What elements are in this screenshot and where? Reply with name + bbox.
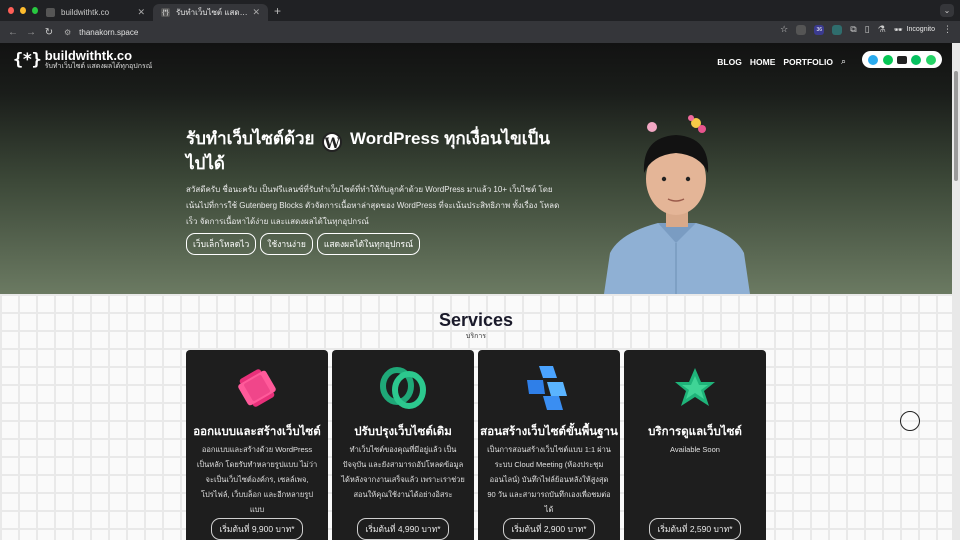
extensions-puzzle-icon[interactable]: ⧉ (850, 24, 856, 35)
nav-portfolio[interactable]: PORTFOLIO (783, 57, 833, 67)
bookmark-star-icon[interactable]: ☆ (780, 24, 788, 35)
tab-close-icon[interactable]: ✕ (137, 7, 145, 18)
reload-icon[interactable]: ↻ (40, 27, 58, 38)
hero-title-part1: รับทำเว็บไซต์ด้วย (186, 129, 315, 148)
incognito-indicator[interactable]: 🕶 Incognito (894, 26, 935, 34)
service-card-price[interactable]: เริ่มต้นที่ 2,900 บาท* (503, 518, 595, 540)
hero-text: รับทำเว็บไซต์ด้วย W WordPress ทุกเงื่อนไ… (186, 127, 566, 255)
wechat-icon[interactable] (911, 54, 922, 65)
flower-crown-icon (647, 115, 706, 133)
pill-fast-loading: เว็บเล็กโหลดไว (186, 233, 257, 255)
tab-search-chevron-icon[interactable]: ⌄ (940, 4, 954, 17)
hero-section: {*} buildwithtk.co รับทำเว็บไซต์ แสดงผลไ… (0, 43, 952, 294)
flask-icon[interactable]: ⚗ (878, 24, 886, 35)
tab-title: buildwithtk.co (61, 8, 110, 17)
window-controls[interactable] (8, 7, 38, 14)
service-card-title: ออกแบบและสร้างเว็บไซต์ (193, 426, 321, 438)
logo-braces-icon: {*} (13, 50, 42, 70)
email-icon[interactable] (896, 55, 907, 64)
incognito-label: Incognito (906, 26, 935, 33)
incognito-icon: 🕶 (893, 26, 903, 34)
services-title: Services (438, 310, 514, 330)
service-card-title: ปรับปรุงเว็บไซต์เดิม (354, 426, 452, 438)
service-card-renovate[interactable]: ปรับปรุงเว็บไซต์เดิม ทำเว็บไซต์ของคุณที่… (332, 350, 474, 540)
services-subtitle: บริการ (465, 333, 487, 340)
web-page: {*} buildwithtk.co รับทำเว็บไซต์ แสดงผลไ… (0, 43, 952, 540)
url-field[interactable]: ⚙ thanakorn.space (64, 28, 138, 37)
sidepanel-icon[interactable]: ▯ (865, 24, 870, 35)
tab-close-icon[interactable]: ✕ (252, 7, 260, 18)
site-info-icon[interactable]: ⚙ (64, 28, 71, 37)
site-logo[interactable]: {*} buildwithtk.co รับทำเว็บไซต์ แสดงผลไ… (13, 49, 152, 71)
page-scrollbar[interactable] (952, 43, 960, 540)
back-arrow-icon[interactable]: ← (4, 27, 22, 38)
search-icon[interactable]: ⌕ (841, 56, 846, 67)
hero-description: สวัสดีครับ ชื่อนะครับ เป็นฟรีแลนซ์ที่รับ… (186, 185, 560, 226)
close-window-button[interactable] (8, 7, 14, 14)
service-card-price[interactable]: เริ่มต้นที่ 2,590 บาท* (649, 518, 741, 540)
tab-buildwithtk[interactable]: buildwithtk.co ✕ (38, 4, 153, 21)
social-links (862, 51, 942, 68)
hero-title: รับทำเว็บไซต์ด้วย W WordPress ทุกเงื่อนไ… (186, 127, 566, 176)
service-card-price[interactable]: เริ่มต้นที่ 9,900 บาท* (211, 518, 303, 540)
menu-kebab-icon[interactable]: ⋮ (943, 24, 952, 35)
portrait-photo (604, 115, 750, 294)
pill-easy-to-use: ใช้งานง่าย (260, 233, 313, 255)
service-card-teaching[interactable]: สอนสร้างเว็บไซต์ขั้นพื้นฐาน เป็นการสอนสร… (478, 350, 620, 540)
whatsapp-icon[interactable] (925, 54, 936, 65)
tab-title: รับทำเว็บไซต์ แสดงผลได้ทุกอุปกรณ์ (176, 8, 249, 17)
nav-home[interactable]: HOME (750, 57, 776, 67)
services-section: Services บริการ ออกแบบและสร้างเว็บไซต์ อ… (0, 294, 952, 540)
service-card-maintenance[interactable]: บริการดูแลเว็บไซต์ Available Soon เริ่มต… (624, 350, 766, 540)
extension-g-icon[interactable] (832, 24, 843, 35)
extension-camera-icon[interactable] (796, 24, 807, 35)
wordpress-logo-icon: W (322, 132, 343, 152)
address-bar-row: ← → ↻ ⚙ thanakorn.space ☆ 36 ⧉ ▯ ⚗ 🕶 Inc… (0, 21, 960, 43)
extension-badge-icon[interactable]: 36 (814, 24, 825, 35)
new-tab-plus-icon[interactable]: + (274, 4, 281, 18)
service-card-price[interactable]: เริ่มต้นที่ 4,990 บาท* (357, 518, 449, 540)
tab-favicon-icon: {*} (161, 8, 170, 17)
logo-tagline: รับทำเว็บไซต์ แสดงผลได้ทุกอุปกรณ์ (44, 63, 153, 70)
service-card-title: บริการดูแลเว็บไซต์ (648, 426, 742, 438)
service-card-design[interactable]: ออกแบบและสร้างเว็บไซต์ ออกแบบและสร้างด้ว… (186, 350, 328, 540)
toolbar-icons: ☆ 36 ⧉ ▯ ⚗ 🕶 Incognito ⋮ (780, 24, 952, 35)
nav-blog[interactable]: BLOG (717, 57, 742, 67)
scrollbar-thumb[interactable] (954, 71, 958, 181)
pink-gear-icon (238, 369, 276, 407)
main-nav: BLOG HOME PORTFOLIO ⌕ (717, 56, 846, 67)
logo-name: buildwithtk.co (44, 48, 133, 63)
service-card-desc: ออกแบบและสร้างด้วย WordPress เป็นหลัก โด… (196, 445, 318, 514)
minimize-window-button[interactable] (20, 7, 26, 14)
url-text[interactable]: thanakorn.space (79, 28, 138, 37)
mouse-cursor (900, 411, 920, 431)
service-card-desc: Available Soon (670, 445, 720, 454)
hero-pills: เว็บเล็กโหลดไว ใช้งานง่าย แสดงผลได้ในทุก… (186, 233, 566, 255)
tab-thanakorn[interactable]: {*} รับทำเว็บไซต์ แสดงผลได้ทุกอุปกรณ์ ✕ (153, 4, 268, 21)
forward-arrow-icon[interactable]: → (22, 27, 40, 38)
service-card-desc: เป็นการสอนสร้างเว็บไซต์แบบ 1:1 ผ่านระบบ … (487, 445, 611, 514)
tab-favicon-icon (46, 8, 55, 17)
green-knot-icon (380, 367, 426, 409)
green-star-icon (675, 368, 715, 406)
telegram-icon[interactable] (868, 54, 879, 65)
service-card-title: สอนสร้างเว็บไซต์ขั้นพื้นฐาน (480, 426, 618, 438)
blue-cubes-icon (527, 366, 567, 410)
browser-tab-bar: buildwithtk.co ✕ {*} รับทำเว็บไซต์ แสดงผ… (0, 0, 960, 21)
line-icon[interactable] (882, 54, 893, 65)
service-card-desc: ทำเว็บไซต์ของคุณที่มีอยู่แล้ว เป็นปัจจุบ… (341, 445, 465, 499)
pill-responsive: แสดงผลได้ในทุกอุปกรณ์ (316, 233, 420, 255)
